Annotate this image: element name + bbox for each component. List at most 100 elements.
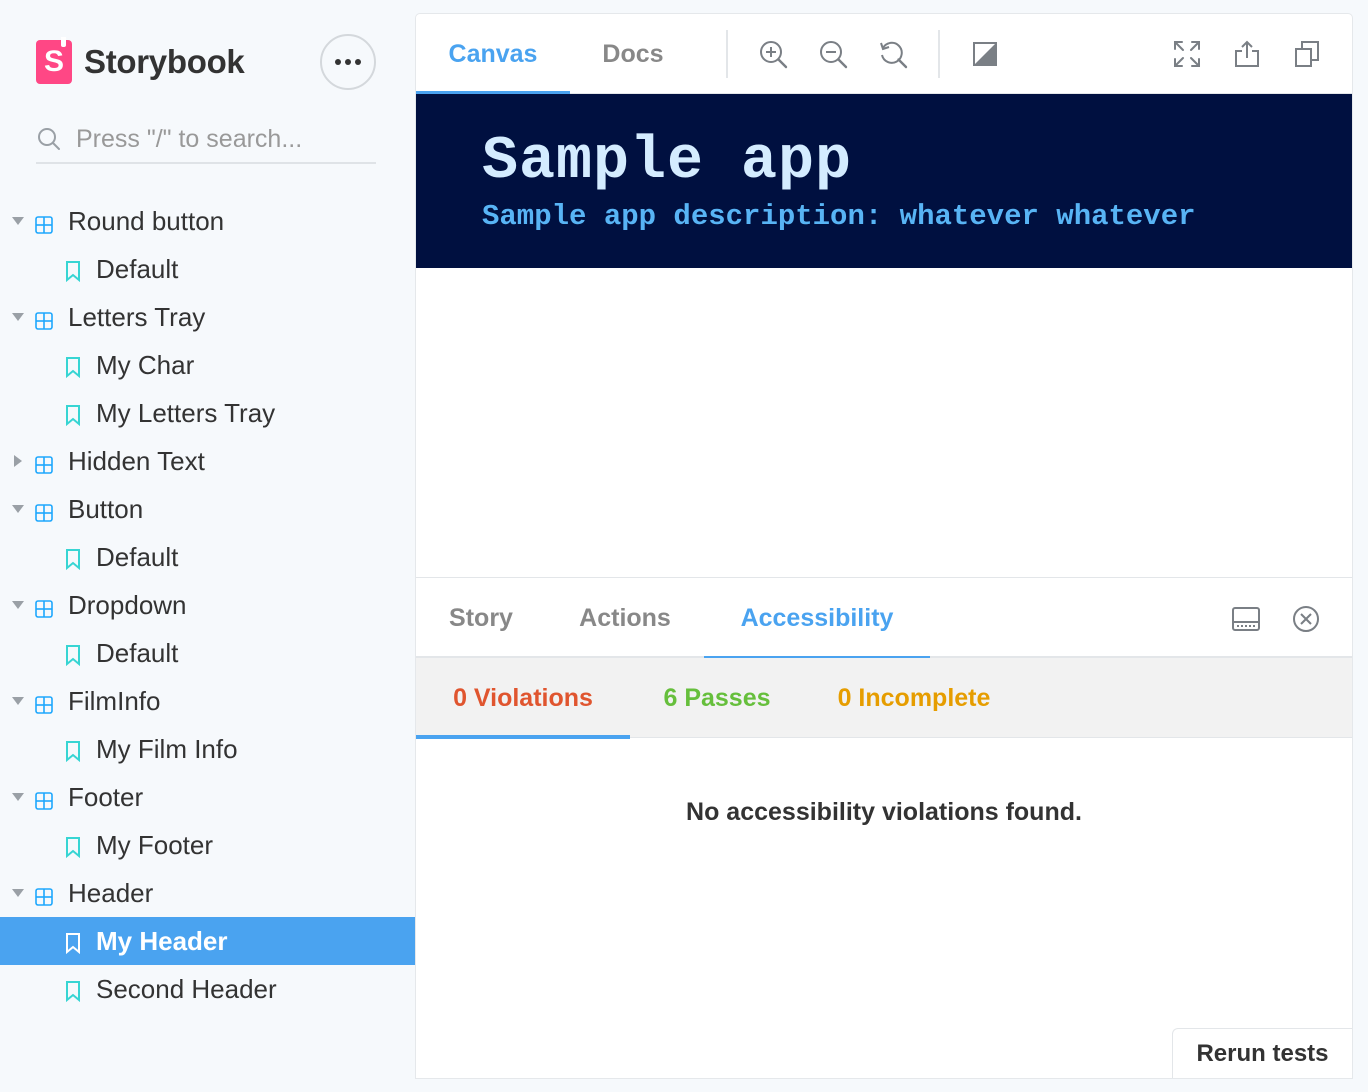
- caret-right-icon[interactable]: [10, 453, 26, 469]
- tree-item-label: Default: [96, 253, 179, 284]
- tree-item-label: Footer: [68, 781, 144, 812]
- bookmark-icon: [64, 738, 82, 763]
- tree-item-label: Round button: [68, 205, 225, 236]
- zoom-reset-icon[interactable]: [877, 38, 909, 70]
- no-violations-message: No accessibility violations found.: [686, 798, 1082, 826]
- tree-component-item[interactable]: Footer: [0, 773, 416, 821]
- tree-component-item[interactable]: Letters Tray: [0, 293, 416, 341]
- toolbar-divider: [938, 30, 940, 78]
- tab-passes[interactable]: 6 Passes: [630, 658, 804, 738]
- tab-actions[interactable]: Actions: [546, 578, 704, 658]
- tree-story-item[interactable]: Default: [0, 533, 416, 581]
- panel-position-icon[interactable]: [1231, 604, 1261, 634]
- caret-down-icon[interactable]: [10, 309, 26, 325]
- tree-item-label: Hidden Text: [68, 445, 205, 476]
- tree-item-label: Header: [68, 877, 154, 908]
- brand-name: Storybook: [84, 43, 245, 80]
- tree-component-item[interactable]: Button: [0, 485, 416, 533]
- tree-story-item[interactable]: Default: [0, 629, 416, 677]
- addons-panel: Story Actions Accessibility 0 Violations…: [416, 577, 1352, 1078]
- bookmark-icon: [64, 978, 82, 1003]
- component-icon: [34, 691, 54, 714]
- bookmark-icon: [64, 258, 82, 283]
- tree-story-item[interactable]: My Letters Tray: [0, 389, 416, 437]
- rerun-tests-button[interactable]: Rerun tests: [1172, 1028, 1352, 1078]
- more-menu-button[interactable]: [320, 34, 376, 90]
- close-panel-icon[interactable]: [1291, 604, 1321, 634]
- tab-docs[interactable]: Docs: [570, 14, 696, 94]
- tree-item-label: Default: [96, 541, 179, 572]
- component-icon: [34, 787, 54, 810]
- bookmark-icon: [64, 354, 82, 379]
- tree-component-item[interactable]: Hidden Text: [0, 437, 416, 485]
- toolbar-divider: [726, 30, 728, 78]
- tab-story[interactable]: Story: [416, 578, 546, 658]
- caret-down-icon[interactable]: [10, 885, 26, 901]
- component-icon: [34, 883, 54, 906]
- ellipsis-dot: [345, 59, 351, 65]
- tree-item-label: Dropdown: [68, 589, 187, 620]
- tree-component-item[interactable]: FilmInfo: [0, 677, 416, 725]
- component-icon: [34, 499, 54, 522]
- caret-down-icon[interactable]: [10, 693, 26, 709]
- tab-incomplete[interactable]: 0 Incomplete: [804, 658, 1024, 738]
- caret-down-icon[interactable]: [10, 789, 26, 805]
- tab-violations[interactable]: 0 Violations: [416, 658, 630, 739]
- component-icon: [34, 307, 54, 330]
- tab-accessibility[interactable]: Accessibility: [704, 578, 930, 660]
- bookmark-icon: [64, 642, 82, 667]
- component-icon: [34, 595, 54, 618]
- tree-item-label: Second Header: [96, 973, 277, 1004]
- tree-component-item[interactable]: Round button: [0, 197, 416, 245]
- caret-down-icon[interactable]: [10, 501, 26, 517]
- a11y-results-tabs: 0 Violations 6 Passes 0 Incomplete: [416, 658, 1352, 739]
- tree-component-item[interactable]: Dropdown: [0, 581, 416, 629]
- tree-component-item[interactable]: Header: [0, 869, 416, 917]
- main-panel: Canvas Docs Sample app Sample app descri…: [416, 14, 1352, 1078]
- sample-app-header: Sample app Sample app description: whate…: [416, 94, 1352, 268]
- storybook-logo-icon: S: [36, 37, 72, 84]
- tree-story-item[interactable]: My Footer: [0, 821, 416, 869]
- caret-down-icon[interactable]: [10, 597, 26, 613]
- tab-canvas[interactable]: Canvas: [416, 14, 570, 95]
- tree-item-label: Button: [68, 493, 144, 524]
- tree-item-label: Letters Tray: [68, 301, 206, 332]
- tree-item-label: FilmInfo: [68, 685, 161, 716]
- search-bar: [36, 116, 376, 164]
- tree-story-item[interactable]: My Film Info: [0, 725, 416, 773]
- sample-app-description: Sample app description: whatever whateve…: [482, 200, 1196, 233]
- tree-item-label: My Letters Tray: [96, 397, 276, 428]
- share-icon[interactable]: [1231, 38, 1263, 70]
- tree-story-item[interactable]: Default: [0, 245, 416, 293]
- bookmark-icon: [64, 402, 82, 427]
- copy-icon[interactable]: [1291, 38, 1323, 70]
- zoom-out-icon[interactable]: [817, 38, 849, 70]
- bookmark-icon: [64, 834, 82, 859]
- bookmark-icon: [64, 930, 82, 955]
- bookmark-icon: [64, 546, 82, 571]
- tree-story-item[interactable]: Second Header: [0, 965, 416, 1013]
- search-icon: [38, 128, 60, 150]
- component-icon: [34, 451, 54, 474]
- ellipsis-icon: [335, 59, 341, 65]
- tree-item-label: My Footer: [96, 829, 214, 860]
- tree-item-label: My Char: [96, 349, 195, 380]
- sample-app-title: Sample app: [482, 128, 853, 196]
- sidebar: S Storybook Round button Default Letters T…: [0, 0, 416, 1092]
- fullscreen-icon[interactable]: [1171, 38, 1203, 70]
- brand[interactable]: S Storybook: [36, 37, 245, 84]
- toolbar: Canvas Docs: [416, 14, 1352, 95]
- zoom-in-icon[interactable]: [757, 38, 789, 70]
- caret-down-icon[interactable]: [10, 213, 26, 229]
- tree-item-label: Default: [96, 637, 179, 668]
- search-input[interactable]: [76, 124, 366, 154]
- story-tree: Round button Default Letters Tray My Char My…: [0, 197, 416, 1013]
- ellipsis-dot: [355, 59, 361, 65]
- component-icon: [34, 211, 54, 234]
- tree-item-label: My Film Info: [96, 733, 238, 764]
- tree-story-item[interactable]: My Char: [0, 341, 416, 389]
- tree-item-label: My Header: [96, 925, 228, 956]
- addons-tabbar: Story Actions Accessibility: [416, 578, 1352, 660]
- background-icon[interactable]: [969, 38, 1001, 70]
- tree-story-item[interactable]: My Header: [0, 917, 416, 965]
